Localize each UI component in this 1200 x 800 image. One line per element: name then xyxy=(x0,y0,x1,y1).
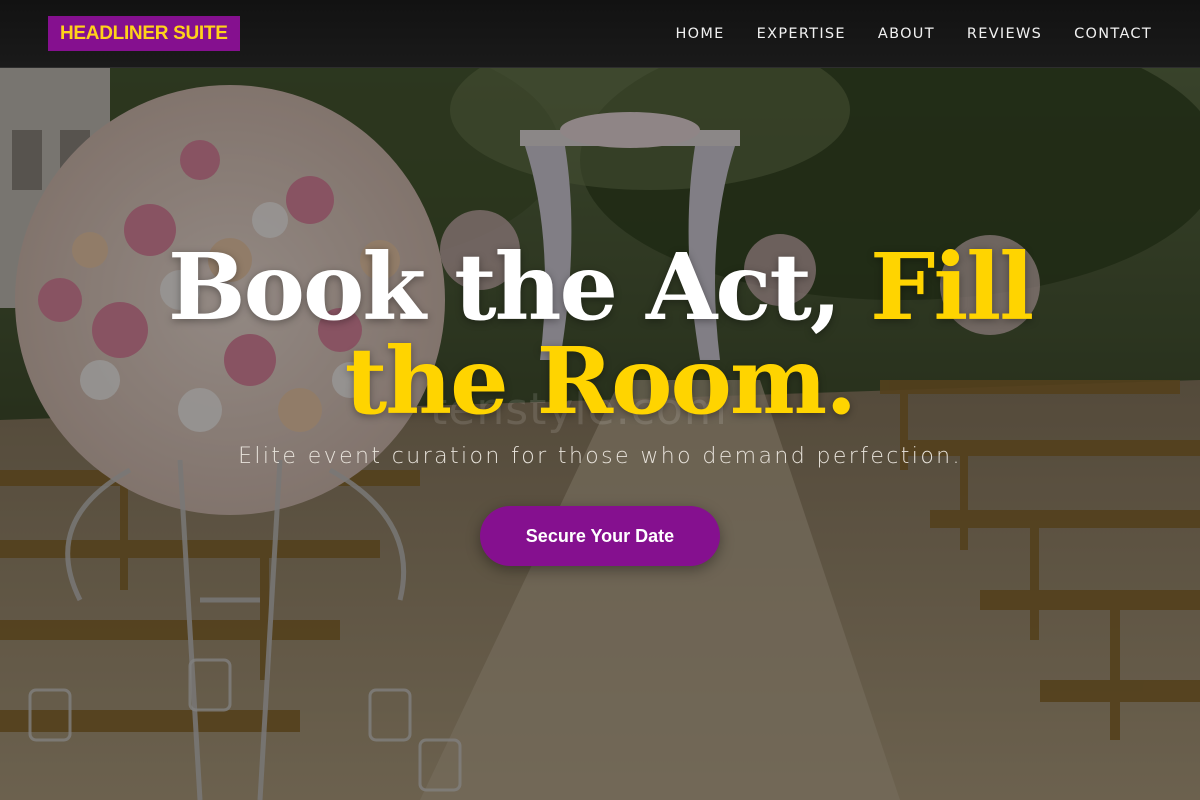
headline-accent-text: Fill xyxy=(870,233,1034,341)
top-navigation: HEADLINER SUITE HOME EXPERTISE ABOUT REV… xyxy=(0,0,1200,68)
nav-links: HOME EXPERTISE ABOUT REVIEWS CONTACT xyxy=(643,26,1152,42)
nav-item-expertise[interactable]: EXPERTISE xyxy=(757,26,846,42)
hero-headline-line-2: the Room. xyxy=(0,334,1200,428)
hero-headline-line-1: Book the Act, Fill xyxy=(0,240,1200,334)
headline-white-text: Book the Act, xyxy=(167,233,842,341)
brand-logo[interactable]: HEADLINER SUITE xyxy=(48,16,240,51)
headline-accent-text-2: the Room. xyxy=(344,327,858,435)
nav-item-about[interactable]: ABOUT xyxy=(878,26,935,42)
nav-item-contact[interactable]: CONTACT xyxy=(1074,26,1152,42)
nav-item-home[interactable]: HOME xyxy=(675,26,724,42)
hero-section: tenstyle.com Book the Act, Fill the Room… xyxy=(0,0,1200,800)
nav-item-reviews[interactable]: REVIEWS xyxy=(967,26,1042,42)
secure-date-button[interactable]: Secure Your Date xyxy=(480,506,720,566)
hero-tagline: Elite event curation for those who deman… xyxy=(238,444,962,469)
